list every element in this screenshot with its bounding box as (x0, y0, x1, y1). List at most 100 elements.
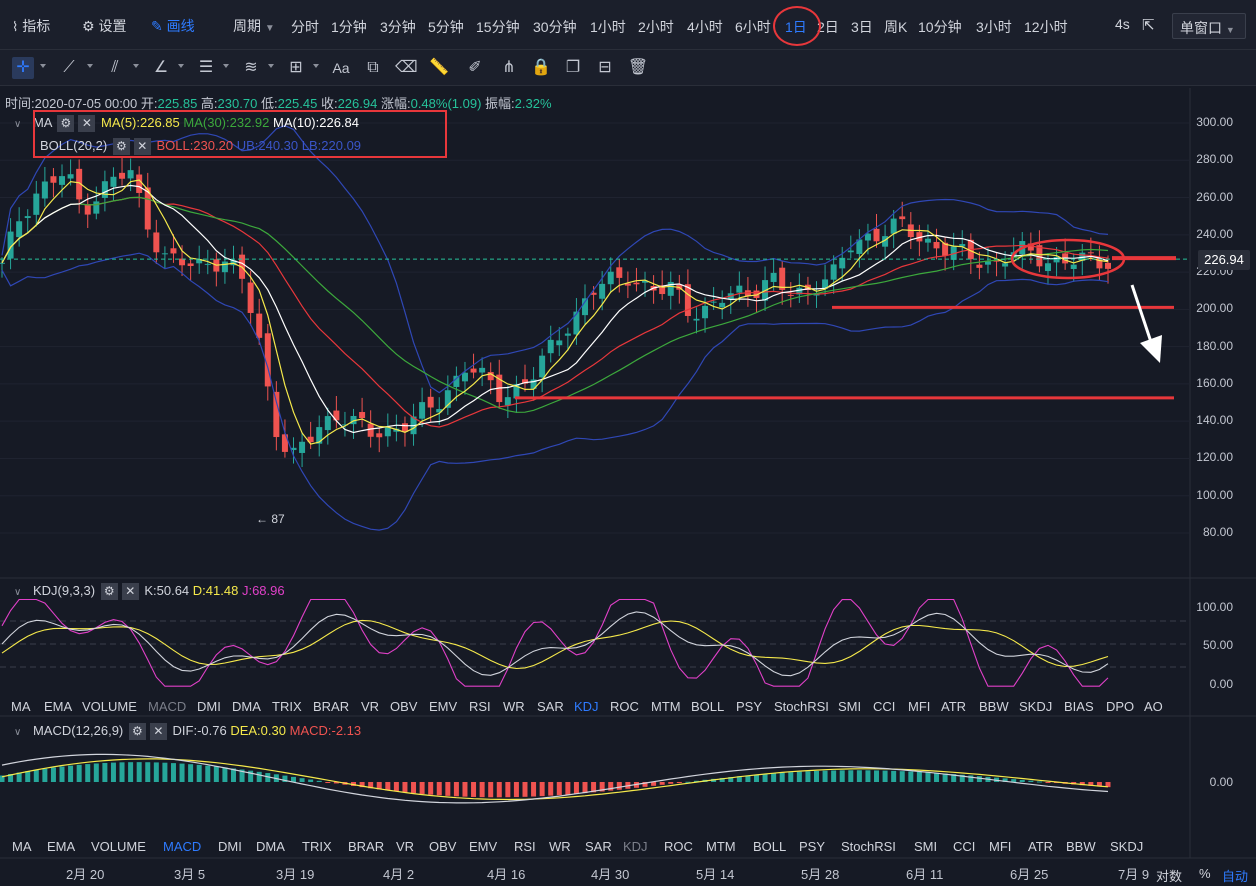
macd-dea-line (1, 758, 1109, 801)
candle-body-26 (221, 261, 228, 273)
indicator-tab-wr[interactable]: WR (549, 839, 571, 854)
indicator-tab-emv[interactable]: EMV (469, 839, 497, 854)
auto-scale-toggle[interactable]: 自动 (1222, 866, 1248, 885)
close-icon[interactable]: ✕ (149, 723, 167, 741)
candle-body-13 (110, 176, 117, 187)
candle-body-59 (504, 397, 511, 406)
collapse-icon[interactable]: ∨ (14, 727, 21, 738)
boll-mid-line (1, 196, 1109, 428)
indicator-tab-dmi[interactable]: DMI (197, 699, 221, 714)
indicator-tab-skdj[interactable]: SKDJ (1110, 839, 1143, 854)
indicator-tab-wr[interactable]: WR (503, 699, 525, 714)
indicator-tab-trix[interactable]: TRIX (302, 839, 332, 854)
indicator-tab-kdj[interactable]: KDJ (623, 839, 648, 854)
indicator-tab-stochrsi[interactable]: StochRSI (774, 699, 829, 714)
indicator-tab-rsi[interactable]: RSI (514, 839, 536, 854)
macd-bar-91 (779, 772, 785, 782)
indicator-tab-ma[interactable]: MA (12, 839, 32, 854)
log-scale-toggle[interactable]: 对数 (1156, 866, 1182, 885)
indicator-tab-obv[interactable]: OBV (429, 839, 456, 854)
indicator-tab-mtm[interactable]: MTM (651, 699, 681, 714)
indicator-tab-cci[interactable]: CCI (953, 839, 975, 854)
indicator-tab-dmi[interactable]: DMI (218, 839, 242, 854)
macd-bar-4 (33, 769, 39, 782)
indicator-tab-trix[interactable]: TRIX (272, 699, 302, 714)
macd-bar-50 (428, 782, 434, 795)
indicator-tab-kdj[interactable]: KDJ (574, 699, 599, 714)
close-icon[interactable]: ✕ (121, 583, 139, 601)
indicator-tab-ema[interactable]: EMA (44, 699, 72, 714)
indicator-tab-volume[interactable]: VOLUME (91, 839, 146, 854)
indicator-tab-emv[interactable]: EMV (429, 699, 457, 714)
candle-body-43 (367, 423, 374, 437)
price-tick-1: 280.00 (1196, 152, 1233, 167)
current-price-tag: 226.94 (1198, 250, 1250, 270)
indicator-tab-brar[interactable]: BRAR (313, 699, 349, 714)
indicator-tab-sar[interactable]: SAR (585, 839, 612, 854)
indicator-tab-mfi[interactable]: MFI (989, 839, 1011, 854)
macd-bar-23 (196, 764, 202, 782)
time-tick-7: 5月 28 (801, 867, 840, 882)
indicator-tab-obv[interactable]: OBV (390, 699, 417, 714)
macd-dif-line (1, 753, 1109, 804)
macd-bar-65 (556, 782, 562, 796)
indicator-tab-macd[interactable]: MACD (148, 699, 186, 714)
indicator-tab-boll[interactable]: BOLL (691, 699, 724, 714)
time-tick-9: 6月 25 (1010, 867, 1049, 882)
indicator-tab-rsi[interactable]: RSI (469, 699, 491, 714)
indicator-tab-ma[interactable]: MA (11, 699, 31, 714)
indicator-tab-psy[interactable]: PSY (736, 699, 762, 714)
indicator-tab-boll[interactable]: BOLL (753, 839, 786, 854)
indicator-tab-sar[interactable]: SAR (537, 699, 564, 714)
indicator-tab-mfi[interactable]: MFI (908, 699, 930, 714)
candle-body-32 (273, 391, 280, 438)
collapse-icon[interactable]: ∨ (14, 119, 21, 130)
gear-icon[interactable]: ⚙ (128, 723, 146, 741)
indicator-tab-bias[interactable]: BIAS (1064, 699, 1094, 714)
indicator-tab-stochrsi[interactable]: StochRSI (841, 839, 896, 854)
indicator-tab-dpo[interactable]: DPO (1106, 699, 1134, 714)
candle-body-101 (864, 233, 871, 241)
indicator-tab-brar[interactable]: BRAR (348, 839, 384, 854)
candle-body-64 (547, 339, 554, 354)
percent-toggle[interactable]: % (1199, 866, 1211, 881)
macd-bar-38 (325, 782, 331, 783)
indicator-tab-volume[interactable]: VOLUME (82, 699, 137, 714)
candle-body-66 (564, 333, 571, 336)
indicator-tab-bbw[interactable]: BBW (979, 699, 1009, 714)
collapse-icon[interactable]: ∨ (14, 587, 21, 598)
indicator-tab-smi[interactable]: SMI (914, 839, 937, 854)
macd-bar-20 (170, 763, 176, 782)
indicator-tab-macd[interactable]: MACD (163, 839, 201, 854)
indicator-tab-vr[interactable]: VR (361, 699, 379, 714)
indicator-tab-psy[interactable]: PSY (799, 839, 825, 854)
indicator-tab-vr[interactable]: VR (396, 839, 414, 854)
time-tick-4: 4月 16 (487, 867, 526, 882)
macd-bar-105 (899, 771, 905, 782)
indicator-tab-cci[interactable]: CCI (873, 699, 895, 714)
macd-bar-57 (488, 782, 494, 798)
candle-body-45 (384, 426, 391, 437)
macd-bar-63 (539, 782, 545, 797)
time-tick-10: 7月 9 (1118, 867, 1150, 882)
indicator-tab-smi[interactable]: SMI (838, 699, 861, 714)
gear-icon[interactable]: ⚙ (100, 583, 118, 601)
indicator-tab-ema[interactable]: EMA (47, 839, 75, 854)
macd-bar-114 (976, 776, 982, 782)
indicator-tab-ao[interactable]: AO (1144, 699, 1163, 714)
indicator-tab-roc[interactable]: ROC (664, 839, 693, 854)
macd-bar-49 (419, 782, 425, 794)
indicator-tab-atr[interactable]: ATR (941, 699, 966, 714)
macd-bar-54 (462, 782, 468, 797)
indicator-tab-atr[interactable]: ATR (1028, 839, 1053, 854)
candle-body-74 (633, 282, 640, 285)
candle-body-20 (170, 248, 177, 254)
indicator-tab-mtm[interactable]: MTM (706, 839, 736, 854)
indicator-tab-dma[interactable]: DMA (256, 839, 285, 854)
indicator-tab-skdj[interactable]: SKDJ (1019, 699, 1052, 714)
indicator-tab-bbw[interactable]: BBW (1066, 839, 1096, 854)
indicator-tab-roc[interactable]: ROC (610, 699, 639, 714)
candle-body-70 (599, 283, 606, 299)
macd-bar-18 (153, 762, 159, 782)
indicator-tab-dma[interactable]: DMA (232, 699, 261, 714)
